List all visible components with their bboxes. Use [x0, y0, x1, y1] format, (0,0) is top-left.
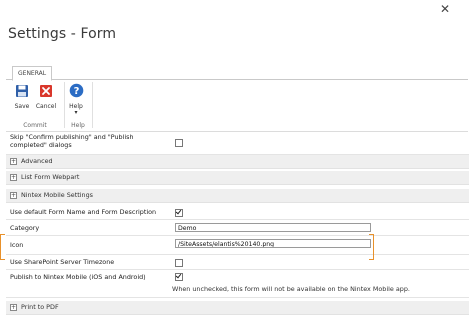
use-sp-timezone-row: Use SharePoint Server Timezone — [6, 255, 469, 270]
cancel-icon — [40, 85, 52, 97]
group-commit-label: Commit — [23, 122, 47, 129]
highlight-bracket-right — [369, 234, 374, 260]
ribbon-divider — [92, 82, 93, 128]
icon-row: Icon /SiteAssets/elantis%20140.png — [6, 236, 469, 255]
section-list-form-webpart-title: List Form Webpart — [21, 173, 80, 181]
use-default-name-label: Use default Form Name and Form Descripti… — [10, 208, 157, 216]
section-nintex-mobile-title: Nintex Mobile Settings — [21, 191, 93, 199]
help-button[interactable]: ? Help ▾ — [64, 83, 88, 116]
expand-icon[interactable]: + — [10, 158, 17, 165]
use-sp-timezone-label: Use SharePoint Server Timezone — [10, 258, 115, 266]
section-advanced[interactable]: + Advanced — [6, 155, 469, 169]
save-label: Save — [14, 103, 30, 110]
close-icon: ✕ — [439, 2, 451, 16]
close-button[interactable]: ✕ — [438, 2, 452, 16]
help-dropdown-icon: ▾ — [74, 109, 78, 116]
save-icon — [16, 85, 28, 97]
use-default-name-row: Use default Form Name and Form Descripti… — [6, 205, 469, 220]
cancel-button[interactable]: Cancel — [34, 83, 58, 110]
group-help-label: Help — [71, 122, 85, 129]
skip-publishing-row: Skip "Confirm publishing" and "Publish c… — [6, 131, 469, 155]
section-list-form-webpart[interactable]: + List Form Webpart — [6, 171, 469, 185]
use-default-name-checkbox[interactable] — [175, 209, 183, 217]
publish-mobile-row: Publish to Nintex Mobile (iOS and Androi… — [6, 270, 469, 298]
expand-icon[interactable]: + — [10, 174, 17, 181]
save-button[interactable]: Save — [10, 83, 34, 110]
expand-icon[interactable]: + — [10, 304, 17, 311]
use-sp-timezone-checkbox[interactable] — [175, 259, 183, 267]
category-input[interactable]: Demo — [175, 223, 371, 232]
icon-label: Icon — [10, 241, 24, 249]
section-nintex-mobile[interactable]: + Nintex Mobile Settings — [6, 189, 469, 203]
page-title: Settings - Form — [8, 26, 117, 42]
highlight-bracket-left — [0, 234, 5, 260]
help-icon: ? — [69, 83, 83, 98]
tab-general[interactable]: GENERAL — [12, 66, 53, 81]
svg-text:?: ? — [73, 86, 79, 97]
icon-url-input[interactable]: /SiteAssets/elantis%20140.png — [175, 239, 371, 248]
skip-publishing-checkbox[interactable] — [175, 139, 183, 147]
ribbon: Save Cancel ? Help ▾ Commit Help — [6, 79, 468, 132]
skip-publishing-label: Skip "Confirm publishing" and "Publish c… — [10, 133, 134, 149]
expand-icon[interactable]: + — [10, 192, 17, 199]
category-row: Category Demo — [6, 220, 469, 236]
publish-mobile-checkbox[interactable] — [175, 273, 183, 281]
section-advanced-title: Advanced — [21, 157, 53, 165]
publish-mobile-label: Publish to Nintex Mobile (iOS and Androi… — [10, 273, 146, 281]
category-label: Category — [10, 224, 40, 232]
cancel-label: Cancel — [35, 103, 57, 110]
section-print-to-pdf-title: Print to PDF — [21, 303, 59, 311]
publish-mobile-note: When unchecked, this form will not be av… — [172, 285, 410, 293]
section-print-to-pdf[interactable]: + Print to PDF — [6, 301, 469, 315]
